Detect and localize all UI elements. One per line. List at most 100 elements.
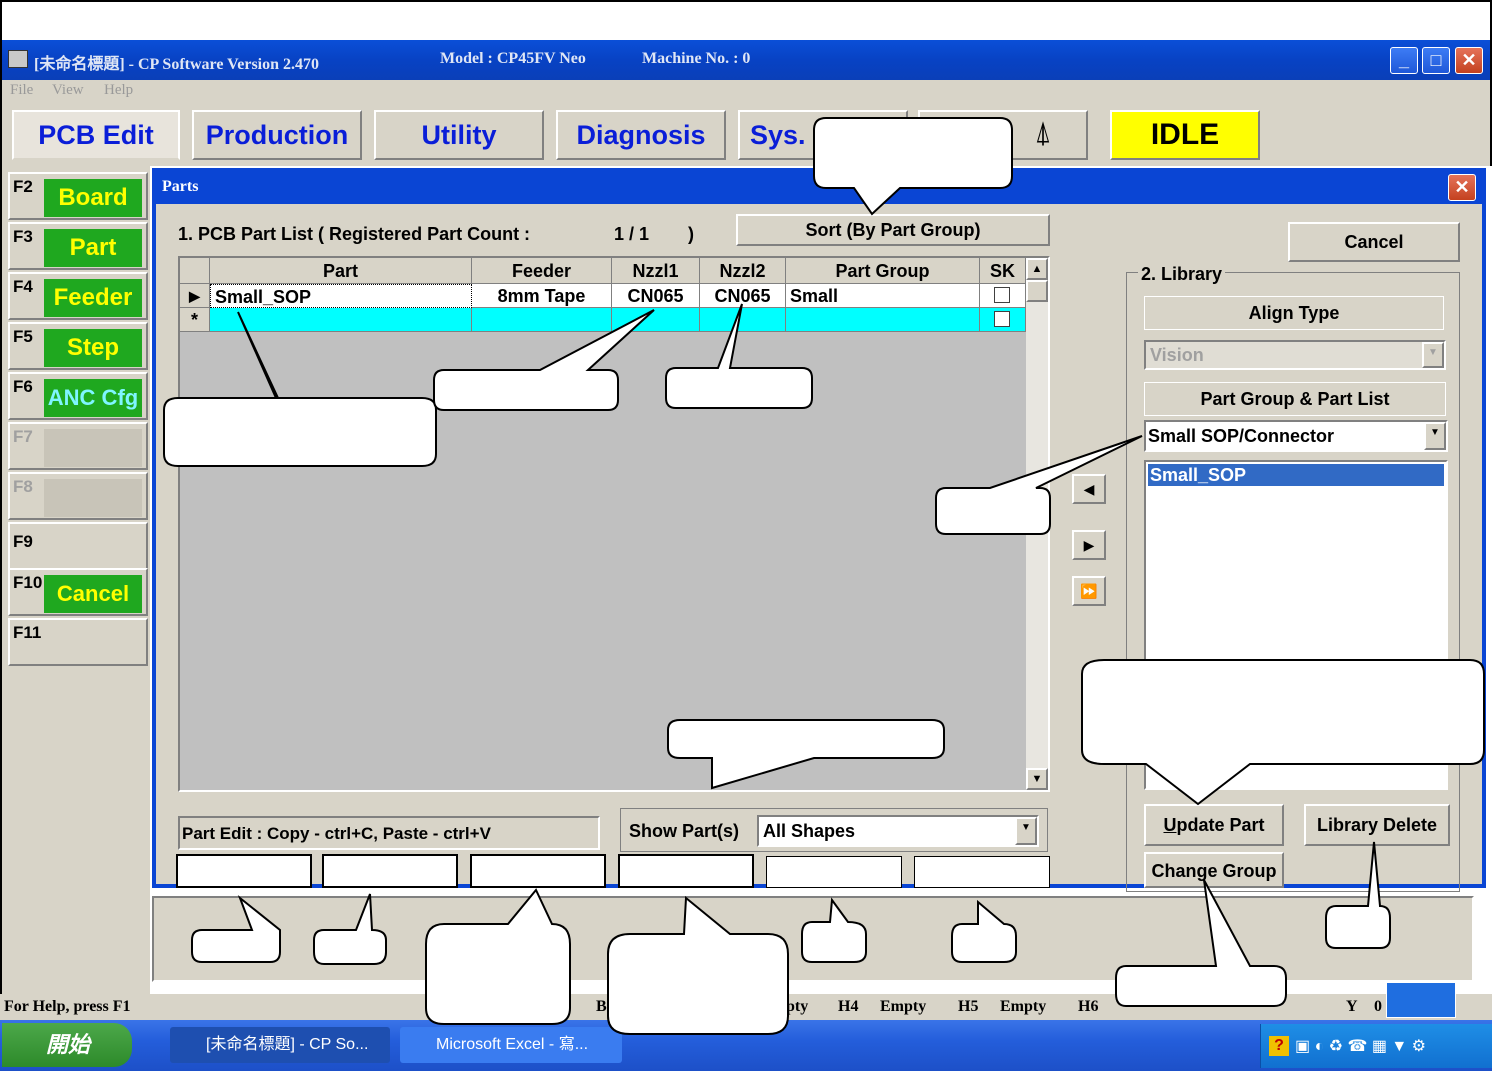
scroll-thumb[interactable] (1026, 280, 1048, 302)
function-key-bar: F2 Board F3 Part F4 Feeder F5 Step F6 ANC Cfg… (0, 166, 150, 996)
grid-corner (180, 258, 210, 284)
new-cell-feeder[interactable] (472, 308, 612, 332)
show-parts-select[interactable]: All Shapes ▼ (757, 815, 1039, 847)
col-header-nzzl2[interactable]: Nzzl2 (700, 258, 786, 284)
model-label: Model : CP45FV Neo (440, 50, 586, 67)
chevron-down-icon[interactable]: ▼ (1015, 817, 1037, 845)
cell-part[interactable]: Small_SOP (210, 284, 472, 308)
col-header-sk[interactable]: SK (980, 258, 1026, 284)
new-sk-checkbox[interactable] (994, 311, 1010, 327)
parts-dialog: Parts ✕ 1. PCB Part List ( Registered Pa… (152, 168, 1486, 892)
new-row-marker[interactable]: * (180, 308, 210, 332)
cell-feeder[interactable]: 8mm Tape (472, 284, 612, 308)
machine-status: IDLE (1110, 110, 1260, 160)
new-cell-nzzl1[interactable] (612, 308, 700, 332)
part-button[interactable]: Part (44, 229, 142, 267)
fkey-f3[interactable]: F3 Part (8, 222, 148, 270)
blank-box-3 (470, 854, 606, 888)
part-group-select[interactable]: Small SOP/Connector ▼ (1144, 420, 1448, 452)
fkey-f7[interactable]: F7 (8, 422, 148, 470)
fkey-label: F8 (13, 477, 33, 496)
scroll-up-icon[interactable]: ▲ (1026, 258, 1048, 280)
fkey-label: F2 (13, 177, 33, 196)
arrow-left-icon[interactable]: ◀ (1072, 474, 1106, 504)
tab-hidden[interactable] (918, 110, 1088, 160)
grid-scrollbar[interactable]: ▲ ▼ (1026, 258, 1048, 790)
group-list-label: Part Group & Part List (1144, 382, 1446, 416)
tab-diagnosis[interactable]: Diagnosis (556, 110, 726, 160)
part-count: 1 / 1 (614, 224, 650, 244)
arrow-right-icon[interactable]: ▶ (1072, 530, 1106, 560)
status-y: Y (1346, 998, 1358, 1015)
maximize-button[interactable]: □ (1422, 47, 1450, 74)
status-h5: H5 (958, 998, 979, 1015)
fkey-f4[interactable]: F4 Feeder (8, 272, 148, 320)
fkey-f5[interactable]: F5 Step (8, 322, 148, 370)
fkey-f6[interactable]: F6 ANC Cfg (8, 372, 148, 420)
chevron-down-icon[interactable]: ▼ (1424, 422, 1446, 450)
task-excel[interactable]: Microsoft Excel - 寫... (400, 1027, 622, 1063)
cancel-button[interactable]: Cancel (1288, 222, 1460, 262)
anc-cfg-button[interactable]: ANC Cfg (44, 379, 142, 417)
list-item[interactable]: Small_SOP (1148, 464, 1444, 486)
cell-nzzl1[interactable]: CN065 (612, 284, 700, 308)
fkey-f9[interactable]: F9 (8, 522, 148, 570)
message-panel (152, 896, 1474, 982)
part-group-value: Small SOP/Connector (1148, 426, 1335, 446)
help-tray-icon[interactable]: ? (1269, 1036, 1289, 1056)
cancel-fkey-button[interactable]: Cancel (44, 575, 142, 613)
menu-file[interactable]: File (10, 82, 33, 99)
fkey-label: F3 (13, 227, 33, 246)
menu-view[interactable]: View (52, 82, 84, 99)
dialog-title: Parts (162, 178, 199, 195)
new-cell-part-group[interactable] (786, 308, 980, 332)
keyboard-icon[interactable] (1386, 982, 1456, 1018)
cell-part-group[interactable]: Small (786, 284, 980, 308)
new-cell-part[interactable] (210, 308, 472, 332)
part-grid[interactable]: Part Feeder Nzzl1 Nzzl2 Part Group SK ▶ … (178, 256, 1050, 792)
step-button[interactable]: Step (44, 329, 142, 367)
col-header-part[interactable]: Part (210, 258, 472, 284)
double-arrow-right-icon[interactable]: ⏩ (1072, 576, 1106, 606)
board-button[interactable]: Board (44, 179, 142, 217)
col-header-part-group[interactable]: Part Group (786, 258, 980, 284)
tab-production[interactable]: Production (192, 110, 362, 160)
feeder-button[interactable]: Feeder (44, 279, 142, 317)
sort-button[interactable]: Sort (By Part Group) (736, 214, 1050, 246)
blank-box-6 (914, 856, 1050, 888)
f8-button (44, 479, 142, 517)
tab-utility[interactable]: Utility (374, 110, 544, 160)
library-delete-button[interactable]: Library Delete (1304, 804, 1450, 846)
tab-sys[interactable]: Sys. (738, 110, 908, 160)
library-title: 2. Library (1138, 264, 1226, 285)
fkey-f11[interactable]: F11 (8, 618, 148, 666)
change-group-button[interactable]: Change Group (1144, 852, 1284, 888)
align-type-label: Align Type (1144, 296, 1444, 330)
task-cp-software[interactable]: [未命名標題] - CP So... (170, 1027, 390, 1063)
sk-checkbox[interactable] (994, 287, 1010, 303)
col-header-nzzl1[interactable]: Nzzl1 (612, 258, 700, 284)
update-part-button[interactable]: Update Part (1144, 804, 1284, 846)
dialog-close-button[interactable]: ✕ (1448, 174, 1476, 201)
minimize-button[interactable]: _ (1390, 47, 1418, 74)
status-h5-value: Empty (1000, 998, 1047, 1015)
close-button[interactable]: ✕ (1455, 47, 1483, 74)
fkey-f10[interactable]: F10 Cancel (8, 568, 148, 616)
cell-nzzl2[interactable]: CN065 (700, 284, 786, 308)
col-header-feeder[interactable]: Feeder (472, 258, 612, 284)
part-list-title: 1. PCB Part List ( Registered Part Count… (178, 224, 531, 244)
f7-button (44, 429, 142, 467)
row-marker[interactable]: ▶ (180, 284, 210, 308)
tab-pcb-edit[interactable]: PCB Edit (12, 110, 180, 160)
fkey-f2[interactable]: F2 Board (8, 172, 148, 220)
align-type-select: Vision ▼ (1144, 340, 1446, 370)
menu-help[interactable]: Help (104, 82, 133, 99)
library-part-list[interactable]: Small_SOP (1144, 460, 1448, 790)
start-button[interactable]: 開始 (2, 1023, 132, 1067)
status-frag-b: B (596, 998, 607, 1015)
fkey-label: F7 (13, 427, 33, 446)
new-cell-nzzl2[interactable] (700, 308, 786, 332)
fkey-label: F5 (13, 327, 33, 346)
scroll-down-icon[interactable]: ▼ (1026, 768, 1048, 790)
fkey-f8[interactable]: F8 (8, 472, 148, 520)
